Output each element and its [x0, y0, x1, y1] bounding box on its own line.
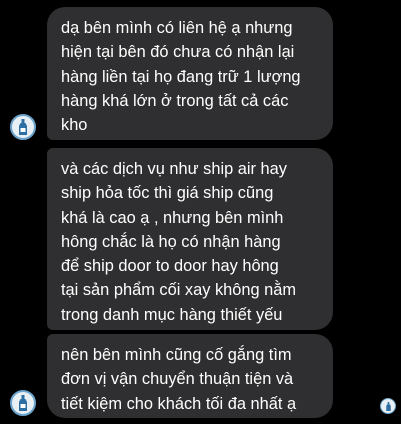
- seen-avatar-icon: [385, 401, 391, 411]
- bottle-avatar-icon: [19, 395, 27, 411]
- chat-thread: dạ bên mình có liên hệ ạ nhưng hiện tại …: [0, 0, 401, 424]
- seen-indicator: [380, 398, 396, 414]
- message-bubble[interactable]: nên bên mình cũng cố gắng tìm đơn vị vận…: [47, 334, 333, 418]
- sender-avatar[interactable]: [10, 390, 36, 416]
- bottle-avatar-icon: [19, 119, 27, 135]
- message-bubble[interactable]: dạ bên mình có liên hệ ạ nhưng hiện tại …: [47, 7, 333, 140]
- sender-avatar[interactable]: [10, 114, 36, 140]
- message-bubble[interactable]: và các dịch vụ như ship air hay ship hỏa…: [47, 148, 333, 330]
